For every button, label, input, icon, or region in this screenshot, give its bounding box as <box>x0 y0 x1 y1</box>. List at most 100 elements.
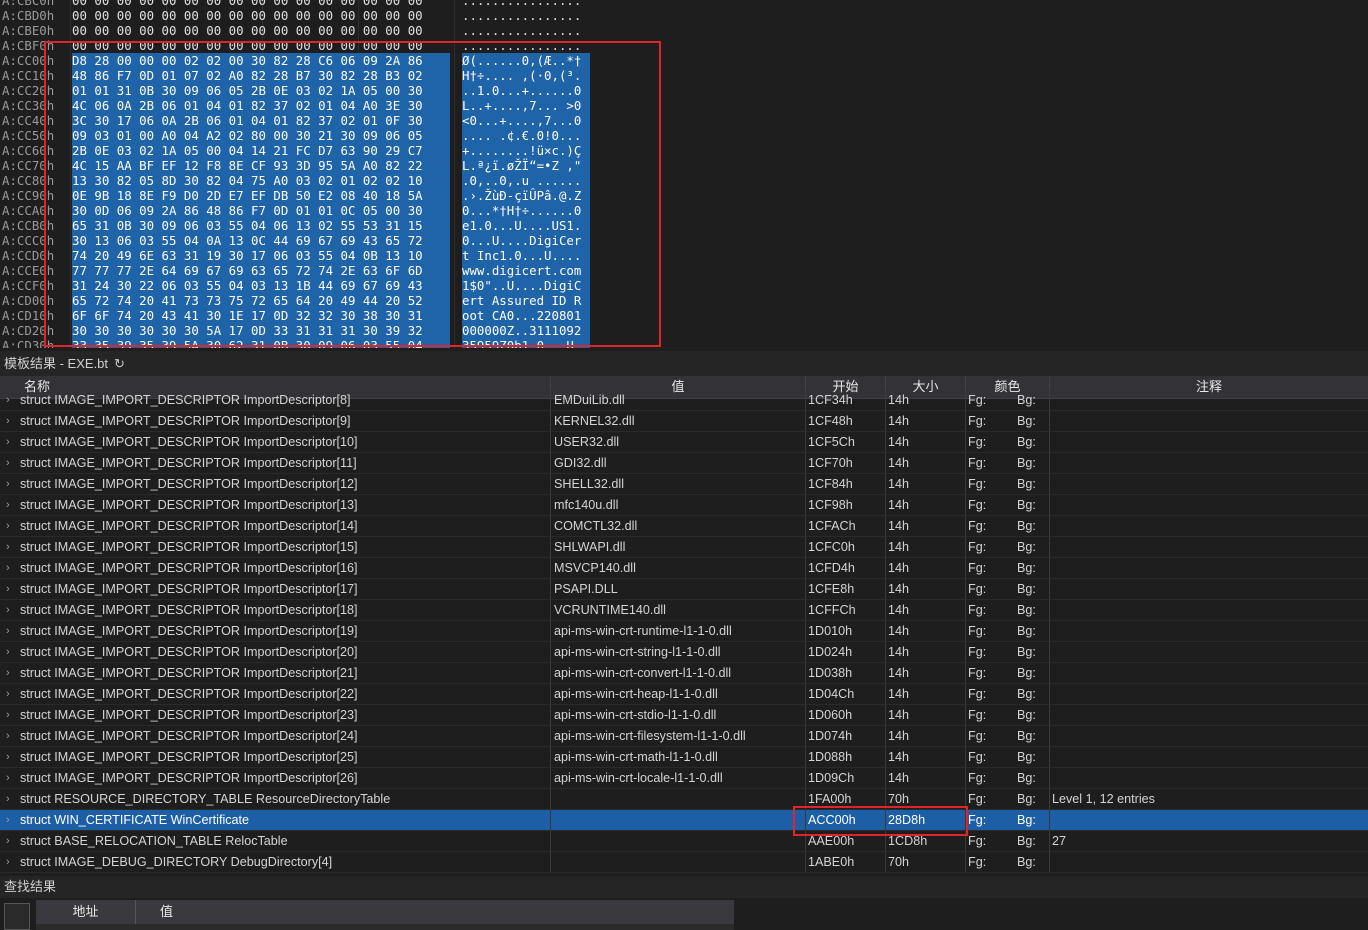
template-row[interactable]: › struct IMAGE_IMPORT_DESCRIPTOR ImportDe… <box>0 600 1368 621</box>
cell-size: 14h <box>886 495 966 515</box>
cell-fg: Fg: <box>968 519 987 533</box>
template-row[interactable]: › struct IMAGE_IMPORT_DESCRIPTOR ImportDe… <box>0 516 1368 537</box>
cell-fg: Fg: <box>968 582 987 596</box>
template-row[interactable]: › struct IMAGE_IMPORT_DESCRIPTOR ImportDe… <box>0 474 1368 495</box>
template-row[interactable]: › struct WIN_CERTIFICATE WinCertificate AC… <box>0 810 1368 831</box>
cell-bg: Bg: <box>1002 726 1050 746</box>
cell-fg: Fg: <box>968 477 987 491</box>
cell-value: COMCTL32.dll <box>551 516 806 536</box>
cell-bg: Bg: <box>1002 810 1050 830</box>
template-results-list: › struct IMAGE_IMPORT_DESCRIPTOR ImportDe… <box>0 390 1368 873</box>
cell-fg: Fg: <box>968 729 987 743</box>
cell-value <box>551 831 806 851</box>
cell-value: VCRUNTIME140.dll <box>551 600 806 620</box>
template-row[interactable]: › struct IMAGE_DEBUG_DIRECTORY DebugDirec… <box>0 852 1368 873</box>
template-row[interactable]: › struct IMAGE_IMPORT_DESCRIPTOR ImportDe… <box>0 726 1368 747</box>
cell-bg: Bg: <box>1002 579 1050 599</box>
cell-start: 1D088h <box>806 747 886 767</box>
cell-comment <box>1050 432 1368 452</box>
cell-value: mfc140u.dll <box>551 495 806 515</box>
cell-start: 1CFD4h <box>806 558 886 578</box>
template-row[interactable]: › struct IMAGE_IMPORT_DESCRIPTOR ImportDe… <box>0 621 1368 642</box>
cell-start: 1D074h <box>806 726 886 746</box>
cell-bg: Bg: <box>1002 789 1050 809</box>
cell-name: struct IMAGE_IMPORT_DESCRIPTOR ImportDes… <box>0 537 551 557</box>
template-row[interactable]: › struct IMAGE_IMPORT_DESCRIPTOR ImportDe… <box>0 684 1368 705</box>
template-row[interactable]: › struct IMAGE_IMPORT_DESCRIPTOR ImportDe… <box>0 705 1368 726</box>
hex-bytes[interactable]: 00 00 00 00 00 00 00 00 00 00 00 00 00 0… <box>72 0 423 8</box>
cell-size: 14h <box>886 705 966 725</box>
hex-row[interactable]: A:CBE0h 00 00 00 00 00 00 00 00 00 00 00 … <box>0 23 600 38</box>
refresh-icon[interactable]: ↻ <box>114 351 125 376</box>
template-row[interactable]: › struct IMAGE_IMPORT_DESCRIPTOR ImportDe… <box>0 768 1368 789</box>
cell-bg: Bg: <box>1002 600 1050 620</box>
template-row[interactable]: › struct IMAGE_IMPORT_DESCRIPTOR ImportDe… <box>0 495 1368 516</box>
cell-name: struct IMAGE_IMPORT_DESCRIPTOR ImportDes… <box>0 684 551 704</box>
cell-name: struct IMAGE_IMPORT_DESCRIPTOR ImportDes… <box>0 621 551 641</box>
cell-fg: Fg: <box>968 561 987 575</box>
cell-bg: Bg: <box>1002 768 1050 788</box>
hex-bytes[interactable]: 00 00 00 00 00 00 00 00 00 00 00 00 00 0… <box>72 23 423 38</box>
template-row[interactable]: › struct IMAGE_IMPORT_DESCRIPTOR ImportDe… <box>0 411 1368 432</box>
template-row[interactable]: › struct IMAGE_IMPORT_DESCRIPTOR ImportDe… <box>0 558 1368 579</box>
cell-fg: Fg: <box>968 771 987 785</box>
find-results-toolbar-box[interactable] <box>4 903 30 930</box>
cell-name: struct IMAGE_IMPORT_DESCRIPTOR ImportDes… <box>0 579 551 599</box>
cell-start: 1CF84h <box>806 474 886 494</box>
cell-value: PSAPI.DLL <box>551 579 806 599</box>
template-row[interactable]: › struct IMAGE_IMPORT_DESCRIPTOR ImportDe… <box>0 747 1368 768</box>
cell-value: api-ms-win-crt-math-l1-1-0.dll <box>551 747 806 767</box>
cell-size: 14h <box>886 726 966 746</box>
hex-bytes[interactable]: 00 00 00 00 00 00 00 00 00 00 00 00 00 0… <box>72 8 423 23</box>
cell-comment <box>1050 579 1368 599</box>
find-column-value[interactable]: 值 <box>136 900 734 924</box>
cell-name: struct IMAGE_IMPORT_DESCRIPTOR ImportDes… <box>0 495 551 515</box>
cell-fg: Fg: <box>968 435 987 449</box>
cell-comment <box>1050 642 1368 662</box>
cell-start: 1CF34h <box>806 390 886 410</box>
template-row[interactable]: › struct IMAGE_IMPORT_DESCRIPTOR ImportDe… <box>0 390 1368 411</box>
cell-size: 14h <box>886 516 966 536</box>
cell-fg: Fg: <box>968 666 987 680</box>
cell-bg: Bg: <box>1002 642 1050 662</box>
hex-ascii[interactable]: ................ <box>462 8 581 23</box>
template-row[interactable]: › struct IMAGE_IMPORT_DESCRIPTOR ImportDe… <box>0 432 1368 453</box>
cell-value: api-ms-win-crt-filesystem-l1-1-0.dll <box>551 726 806 746</box>
cell-comment <box>1050 411 1368 431</box>
find-column-address[interactable]: 地址 <box>36 900 136 924</box>
hex-ascii[interactable]: ................ <box>462 0 581 8</box>
selection-highlight-box <box>44 41 661 347</box>
hex-editor-pane[interactable]: A:CBC0h 00 00 00 00 00 00 00 00 00 00 00 … <box>0 0 1368 348</box>
cell-start: 1D04Ch <box>806 684 886 704</box>
cell-comment <box>1050 684 1368 704</box>
cell-bg: Bg: <box>1002 747 1050 767</box>
hex-row[interactable]: A:CBD0h 00 00 00 00 00 00 00 00 00 00 00 … <box>0 8 600 23</box>
template-row[interactable]: › struct IMAGE_IMPORT_DESCRIPTOR ImportDe… <box>0 537 1368 558</box>
cell-value <box>551 789 806 809</box>
cell-value: api-ms-win-crt-heap-l1-1-0.dll <box>551 684 806 704</box>
cell-value: GDI32.dll <box>551 453 806 473</box>
cell-size: 14h <box>886 642 966 662</box>
cell-value: api-ms-win-crt-stdio-l1-1-0.dll <box>551 705 806 725</box>
cell-name: struct IMAGE_IMPORT_DESCRIPTOR ImportDes… <box>0 600 551 620</box>
cell-start: 1D060h <box>806 705 886 725</box>
cell-name: struct IMAGE_IMPORT_DESCRIPTOR ImportDes… <box>0 558 551 578</box>
template-row[interactable]: › struct RESOURCE_DIRECTORY_TABLE Resourc… <box>0 789 1368 810</box>
template-row[interactable]: › struct IMAGE_IMPORT_DESCRIPTOR ImportDe… <box>0 453 1368 474</box>
hex-row[interactable]: A:CBC0h 00 00 00 00 00 00 00 00 00 00 00 … <box>0 0 600 8</box>
cell-size: 14h <box>886 411 966 431</box>
template-row[interactable]: › struct IMAGE_IMPORT_DESCRIPTOR ImportDe… <box>0 663 1368 684</box>
cell-bg: Bg: <box>1002 852 1050 872</box>
cell-comment <box>1050 747 1368 767</box>
cert-start-size-highlight-box <box>793 806 968 836</box>
cell-bg: Bg: <box>1002 831 1050 851</box>
cell-size: 14h <box>886 768 966 788</box>
hex-ascii[interactable]: ................ <box>462 23 581 38</box>
template-row[interactable]: › struct BASE_RELOCATION_TABLE RelocTable… <box>0 831 1368 852</box>
cell-start: 1D024h <box>806 642 886 662</box>
template-row[interactable]: › struct IMAGE_IMPORT_DESCRIPTOR ImportDe… <box>0 579 1368 600</box>
cell-name: struct IMAGE_IMPORT_DESCRIPTOR ImportDes… <box>0 768 551 788</box>
cell-fg: Fg: <box>968 855 987 869</box>
template-row[interactable]: › struct IMAGE_IMPORT_DESCRIPTOR ImportDe… <box>0 642 1368 663</box>
cell-comment <box>1050 810 1368 830</box>
